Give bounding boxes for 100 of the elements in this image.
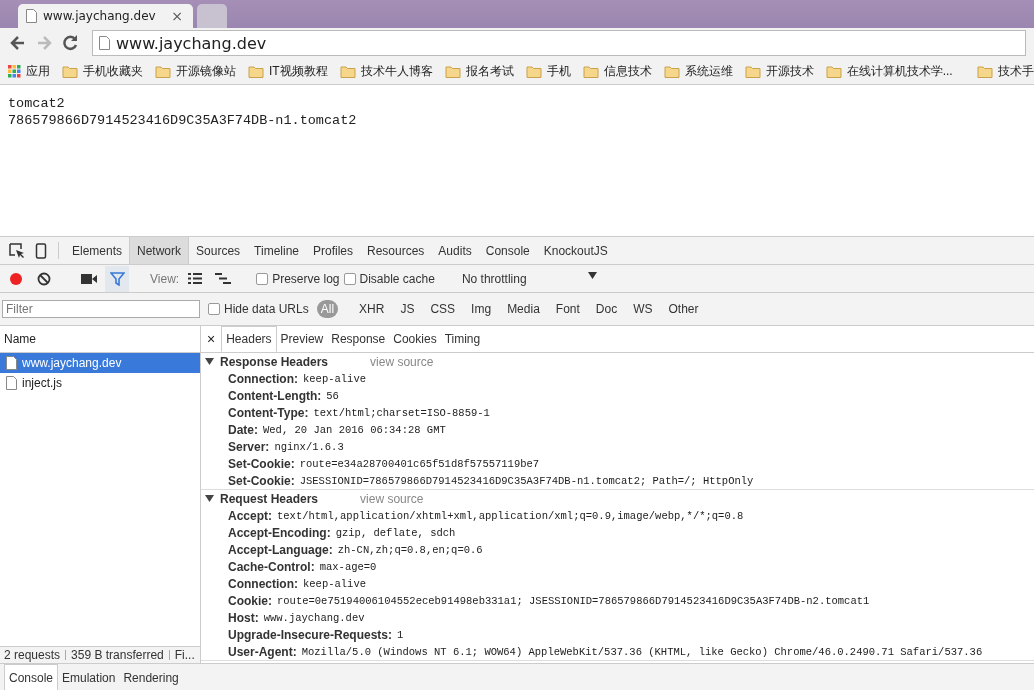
devtools-tab[interactable]: Console [478, 237, 537, 264]
video-camera-icon[interactable] [81, 273, 97, 284]
checkbox[interactable]: Hide data URLs [208, 302, 309, 316]
bookmark[interactable]: 在线计算机技术学... [825, 62, 953, 80]
header-name: Cookie: [228, 593, 272, 608]
address-bar[interactable]: www.jaychang.dev [92, 30, 1026, 56]
folder-icon [663, 64, 680, 78]
view-source-link[interactable]: view source [370, 354, 434, 369]
checkbox-label: Disable cache [359, 271, 435, 286]
section-title[interactable]: Request Headers [220, 491, 319, 506]
clear-icon[interactable] [37, 271, 51, 286]
header-value: nginx/1.6.3 [274, 440, 344, 453]
folder-icon [248, 64, 264, 78]
bookmark[interactable]: IT视频教程 [248, 62, 328, 80]
request-row[interactable]: inject.js [0, 373, 200, 393]
drawer-tab[interactable]: Emulation [58, 664, 120, 690]
type-filter[interactable]: Img [467, 300, 496, 318]
view-label: View: [150, 271, 180, 286]
folder-icon [525, 64, 542, 78]
type-filter[interactable]: WS [629, 300, 657, 318]
triangle-icon[interactable] [205, 357, 214, 366]
folder-icon [155, 64, 171, 78]
record-icon[interactable] [9, 271, 23, 286]
checkbox-square[interactable] [256, 272, 269, 285]
browser-tab[interactable]: www.jaychang.dev × [18, 4, 193, 28]
header-name: Host: [228, 610, 259, 625]
close-icon[interactable]: × [205, 326, 222, 352]
inspect-icon[interactable] [9, 242, 25, 259]
bookmark[interactable]: 手机收藏夹 [62, 62, 143, 80]
bookmark[interactable]: 开源镜像站 [155, 62, 236, 80]
detail-tab[interactable]: Headers [221, 326, 277, 352]
type-filter[interactable]: XHR [355, 300, 389, 318]
type-filter[interactable]: Doc [591, 300, 622, 318]
devtools-tab[interactable]: Resources [360, 237, 432, 264]
header-name: Connection: [228, 371, 298, 386]
detail-tab[interactable]: Response [327, 326, 390, 352]
devtools-tab[interactable]: Audits [431, 237, 479, 264]
header-name: Content-Type: [228, 405, 309, 420]
page-icon [99, 36, 110, 50]
type-filter[interactable]: CSS [426, 300, 460, 318]
folder-icon [444, 64, 461, 78]
header-name: Cache-Control: [228, 559, 315, 574]
header-value: keep-alive [303, 577, 366, 590]
bookmark[interactable]: 技术牛人博客 [339, 62, 433, 80]
devtools-tab[interactable]: Sources [189, 237, 248, 264]
devtools-tab[interactable]: Elements [65, 237, 130, 264]
throttling-dropdown[interactable]: No throttling [455, 271, 603, 286]
detail-tab[interactable]: Timing [440, 326, 485, 352]
header-value: keep-alive [303, 372, 366, 385]
bookmark[interactable]: 报名考试 [444, 62, 514, 80]
status-text: Fi... [174, 648, 195, 662]
section-title[interactable]: Response Headers [220, 354, 329, 369]
header-name: Set-Cookie: [228, 456, 295, 471]
bookmark[interactable]: 应用 [8, 62, 50, 80]
filter-field[interactable]: Filter [2, 300, 200, 318]
bookmark[interactable]: 技术手 [976, 62, 1034, 80]
checkbox[interactable]: Disable cache [343, 271, 435, 286]
view-source-link[interactable]: view source [360, 491, 424, 506]
apps-icon [8, 64, 21, 78]
phone-icon[interactable] [35, 242, 47, 259]
header-value: Wed, 20 Jan 2016 06:34:28 GMT [263, 423, 446, 436]
type-filter[interactable]: Other [664, 300, 703, 318]
close-icon[interactable]: × [171, 8, 183, 24]
triangle-icon[interactable] [205, 494, 214, 503]
type-filter[interactable]: JS [396, 300, 419, 318]
folder-icon [825, 64, 842, 78]
header-value: www.jaychang.dev [263, 611, 365, 624]
bookmark[interactable]: 手机 [525, 62, 571, 80]
type-filter[interactable]: Media [503, 300, 544, 318]
request-row[interactable]: www.jaychang.dev [0, 353, 200, 373]
bookmark[interactable]: 开源技术 [744, 62, 814, 80]
page-icon [26, 9, 37, 23]
checkbox-label: Preserve log [272, 271, 340, 286]
header-value: max-age=0 [319, 560, 377, 573]
waterfall-icon[interactable] [215, 273, 232, 284]
devtools-tab[interactable]: KnockoutJS [536, 237, 615, 264]
checkbox-square[interactable] [208, 303, 220, 315]
bookmark[interactable]: 系统运维 [663, 62, 733, 80]
type-filter[interactable]: Font [551, 300, 584, 318]
devtools-tab[interactable]: Timeline [247, 237, 306, 264]
checkbox[interactable]: Preserve log [256, 271, 340, 286]
file-icon [6, 356, 17, 370]
detail-tab[interactable]: Cookies [389, 326, 441, 352]
folder-icon [339, 64, 356, 78]
page-text: 786579866D7914523416D9C35A3F74DB-n1.tomcat2 [8, 112, 358, 129]
bookmark[interactable]: 信息技术 [582, 62, 652, 80]
list-icon[interactable] [188, 273, 203, 284]
devtools-tab[interactable]: Profiles [306, 237, 360, 264]
header-name: Accept-Encoding: [228, 525, 331, 540]
checkbox-square[interactable] [343, 272, 356, 285]
reload-icon[interactable] [60, 33, 80, 53]
drawer-tab[interactable]: Console [4, 664, 59, 690]
drawer-tab[interactable]: Rendering [119, 664, 183, 690]
devtools-tab[interactable]: Network [129, 237, 190, 264]
status-text: 2 requests [4, 648, 61, 662]
detail-tab[interactable]: Preview [276, 326, 328, 352]
header-value: route=e34a28700401c65f51d8f57557119be7 [299, 457, 540, 470]
header-value: Mozilla/5.0 (Windows NT 6.1; WOW64) AppleWebKit/537.36 (KHTML, like Gecko) Chrome/46.0.2490.71 Safari/537.36 [301, 645, 983, 658]
checkbox-label: Hide data URLs [224, 302, 309, 316]
filter-icon[interactable] [109, 271, 125, 286]
